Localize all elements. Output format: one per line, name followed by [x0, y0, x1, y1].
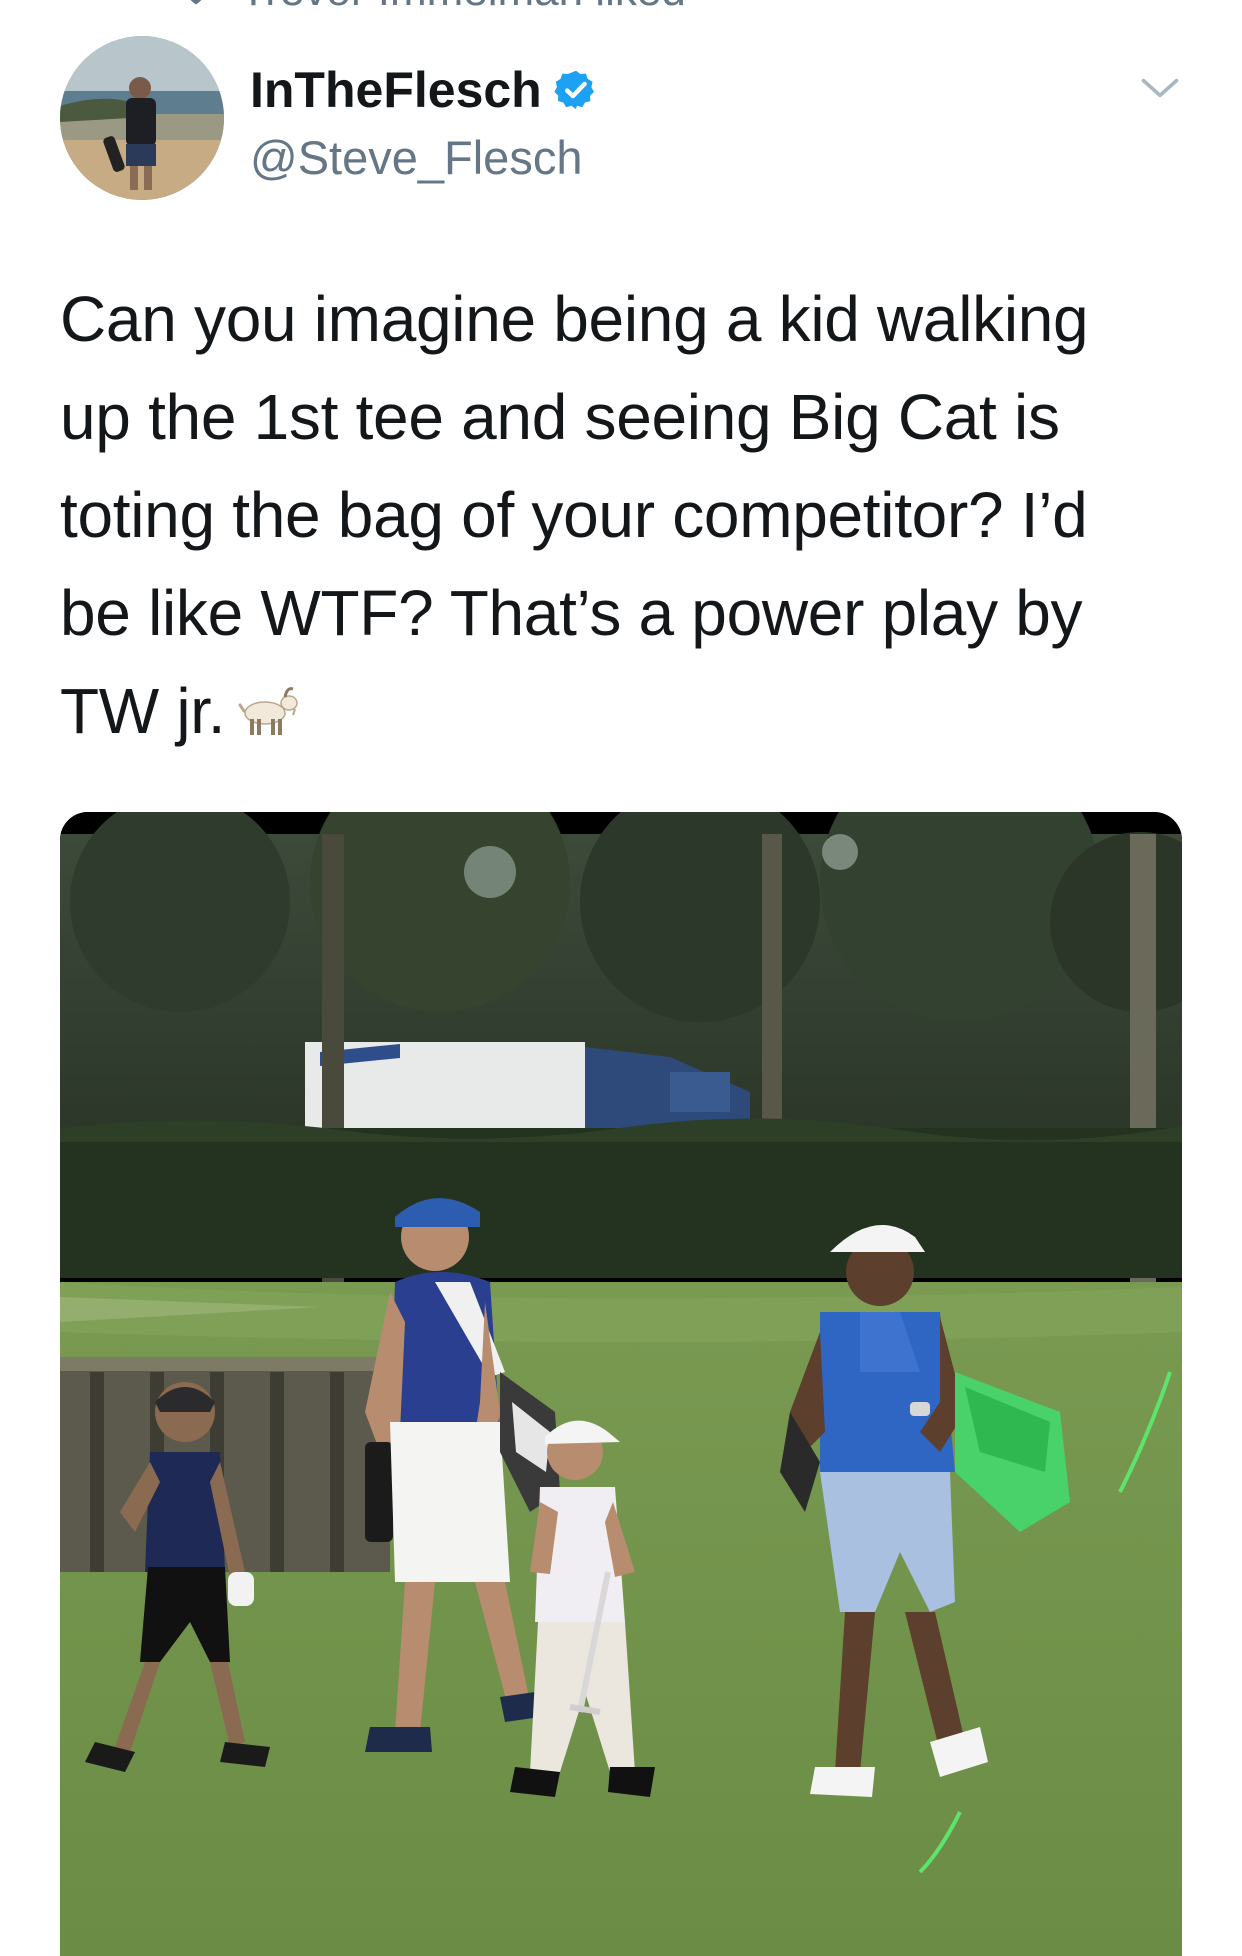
- tweet-text-line-3: toting the bag of your competitor? I’d: [60, 479, 1088, 551]
- display-name-row[interactable]: InTheFlesch: [250, 58, 598, 122]
- tweet-text-line-4: be like WTF? That’s a power play by: [60, 577, 1083, 649]
- display-name[interactable]: InTheFlesch: [250, 61, 542, 119]
- heart-icon: [190, 0, 202, 5]
- tweet-text: Can you imagine being a kid walking up t…: [60, 270, 1160, 760]
- author-names: InTheFlesch @Steve_Flesch: [250, 58, 598, 185]
- tweet-text-line-5-text: TW jr.: [60, 675, 226, 747]
- tweet-photo[interactable]: [60, 812, 1182, 1956]
- social-context-text[interactable]: Trevor Immelman liked: [240, 0, 686, 16]
- goat-emoji-icon: [238, 687, 299, 735]
- chevron-down-icon[interactable]: [1138, 66, 1182, 110]
- verified-badge-icon: [554, 70, 594, 110]
- tweet-text-line-2: up the 1st tee and seeing Big Cat is: [60, 381, 1060, 453]
- tweet-header: InTheFlesch @Steve_Flesch: [60, 36, 1182, 202]
- social-context: Trevor Immelman liked: [178, 0, 686, 16]
- avatar[interactable]: [60, 36, 224, 200]
- tweet-text-line-5: TW jr.: [60, 662, 1160, 760]
- tweet-text-line-1: Can you imagine being a kid walking: [60, 283, 1089, 355]
- handle[interactable]: @Steve_Flesch: [250, 130, 598, 185]
